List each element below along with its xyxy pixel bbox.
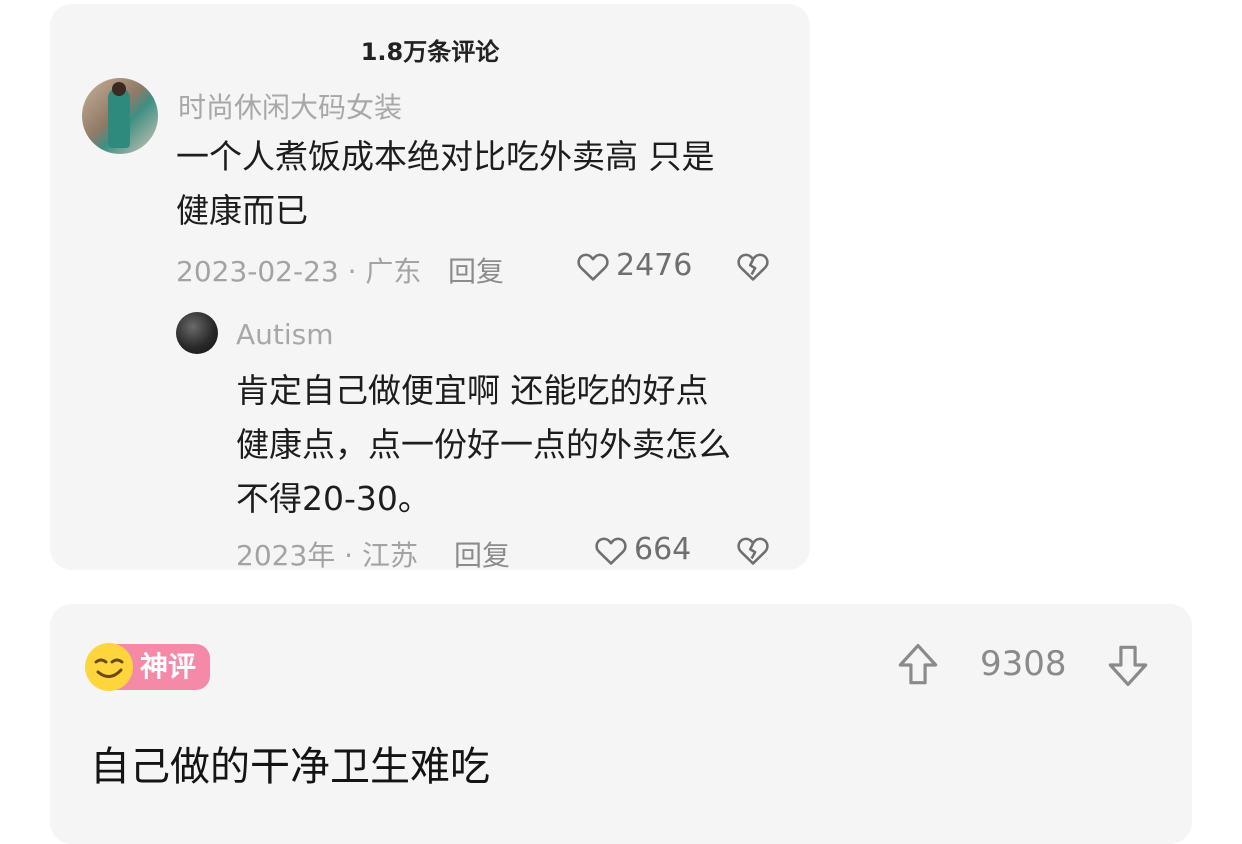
upvote-button[interactable] [896,642,940,688]
downvote-button[interactable] [1106,642,1150,688]
comments-count-title: 1.8万条评论 [360,38,500,66]
comment-text-line: 一个人煮饭成本绝对比吃外卖高 只是 [176,137,715,176]
reply-like-button[interactable]: 664 [594,532,691,567]
god-comment-text: 自己做的干净卫生难吃 [90,744,490,790]
god-comment-card: 神评 9308 自己做的干净卫生难吃 [50,604,1192,844]
like-count: 2476 [616,248,693,283]
god-comment-badge: 神评 [84,642,211,692]
like-button[interactable]: 2476 [576,248,692,283]
comment-username[interactable]: 时尚休闲大码女装 [178,86,402,126]
reply-button[interactable]: 回复 [454,534,510,570]
smirk-face-icon [85,643,133,691]
reply-meta: 2023年 · 江苏 [236,539,418,570]
arrow-up-icon [898,643,938,685]
avatar-head [112,82,126,96]
comment-text-line: 健康而已 [176,191,308,230]
reply-username[interactable]: Autism [236,318,334,351]
reply-text-line: 不得20-30。 [236,479,431,518]
vote-count: 9308 [980,644,1067,684]
avatar-figure [108,88,130,148]
comment-meta: 2023-02-23 · 广东 [176,255,422,288]
reply-text-line: 健康点，点一份好一点的外卖怎么 [236,425,731,464]
heart-outline-icon [577,253,609,281]
reply-avatar[interactable] [176,312,218,354]
like-count: 664 [634,532,692,567]
reply-dislike-button[interactable] [736,534,770,570]
avatar[interactable] [82,78,158,154]
comment-text: 一个人煮饭成本绝对比吃外卖高 只是 健康而已 [176,130,776,238]
reply-button[interactable]: 回复 [448,250,504,290]
reply-text-line: 肯定自己做便宜啊 还能吃的好点 [236,371,709,410]
heart-outline-icon [595,537,627,565]
dislike-button[interactable] [736,250,770,286]
broken-heart-icon [737,253,769,281]
reply-text: 肯定自己做便宜啊 还能吃的好点 健康点，点一份好一点的外卖怎么 不得20-30。 [236,364,796,526]
arrow-down-icon [1108,645,1148,687]
comments-panel: 1.8万条评论 时尚休闲大码女装 一个人煮饭成本绝对比吃外卖高 只是 健康而已 … [50,4,810,570]
broken-heart-icon [737,537,769,565]
